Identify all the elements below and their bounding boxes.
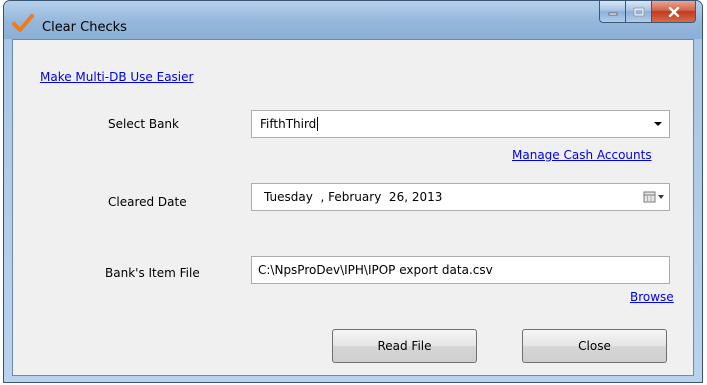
window-title: Clear Checks [42,20,127,35]
close-icon [668,6,679,17]
bank-dropdown[interactable]: FifthThird [251,110,670,138]
date-text[interactable]: February 26, 2013 [328,190,442,204]
minimize-button[interactable] [599,1,626,23]
item-file-input[interactable]: C:\NpsProDev\IPH\IPOP export data.csv [251,256,670,284]
cleared-date-value: Tuesday , February 26, 2013 [264,190,639,204]
item-file-value: C:\NpsProDev\IPH\IPOP export data.csv [258,263,493,277]
manage-cash-accounts-link[interactable]: Manage Cash Accounts [512,148,652,162]
clear-checks-window: Clear Checks Make Multi-DB Use Easier Se… [3,0,703,383]
chevron-down-icon[interactable] [647,121,669,127]
text-caret [317,117,319,132]
close-button[interactable]: Close [522,329,667,363]
calendar-icon[interactable] [639,191,669,203]
item-file-label: Bank's Item File [105,266,200,280]
dialog-body: Make Multi-DB Use Easier Select Bank Fif… [12,39,694,376]
read-file-button[interactable]: Read File [332,329,477,363]
title-bar[interactable]: Clear Checks [4,1,702,39]
checkmark-icon [12,14,34,32]
minimize-icon [608,12,617,15]
select-bank-label: Select Bank [108,117,179,131]
bank-value-wrap: FifthThird [260,117,647,132]
bank-value: FifthThird [260,116,317,131]
close-window-button[interactable] [652,1,696,23]
maximize-button[interactable] [626,1,652,23]
cleared-date-picker[interactable]: Tuesday , February 26, 2013 [251,183,670,211]
date-weekday[interactable]: Tuesday [264,190,313,204]
multi-db-link[interactable]: Make Multi-DB Use Easier [40,70,193,84]
caption-buttons [599,1,696,23]
maximize-icon [633,7,644,16]
cleared-date-label: Cleared Date [108,195,187,209]
browse-link[interactable]: Browse [630,290,674,304]
